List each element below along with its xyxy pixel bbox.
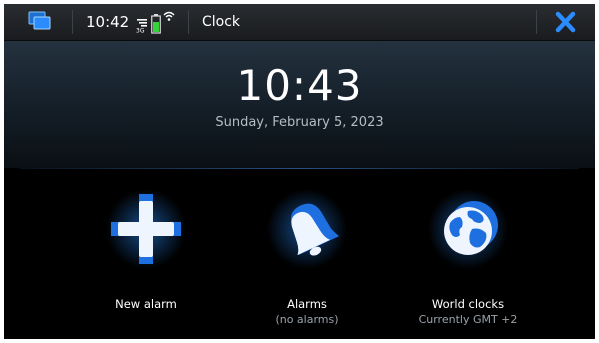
task-switcher-button[interactable] [4, 4, 72, 40]
bell-icon [267, 189, 347, 269]
world-clocks-label: World clocks [431, 297, 505, 311]
signal-icon: 3G [136, 19, 147, 34]
close-button[interactable] [536, 4, 595, 40]
current-timezone: Currently GMT +2 [418, 313, 518, 326]
alarms-status: (no alarms) [275, 313, 339, 326]
app-title: Clock [202, 14, 241, 30]
clock-app-screen: 10:42 3G Clock 10:43 Sunday, February 5,… [4, 4, 595, 339]
network-type-label: 3G [136, 28, 145, 34]
plus-icon [106, 189, 186, 269]
wifi-icon [163, 11, 175, 21]
world-clocks-tile[interactable]: World clocks Currently GMT +2 [388, 189, 548, 339]
clock-display: 10:43 Sunday, February 5, 2023 [4, 41, 595, 168]
globe-icon [428, 189, 508, 269]
close-icon [555, 11, 576, 33]
status-separator [72, 10, 73, 34]
current-date: Sunday, February 5, 2023 [215, 115, 384, 130]
status-time: 10:42 [86, 13, 130, 31]
divider [20, 168, 579, 169]
battery-icon [151, 14, 161, 34]
new-alarm-label: New alarm [115, 297, 177, 311]
status-separator [188, 10, 189, 34]
new-alarm-tile[interactable]: New alarm [66, 189, 226, 339]
task-switcher-icon [28, 11, 51, 30]
alarms-label: Alarms [287, 297, 327, 311]
alarms-tile[interactable]: Alarms (no alarms) [227, 189, 387, 339]
current-time: 10:43 [236, 61, 363, 110]
status-bar: 10:42 3G Clock [4, 4, 595, 41]
